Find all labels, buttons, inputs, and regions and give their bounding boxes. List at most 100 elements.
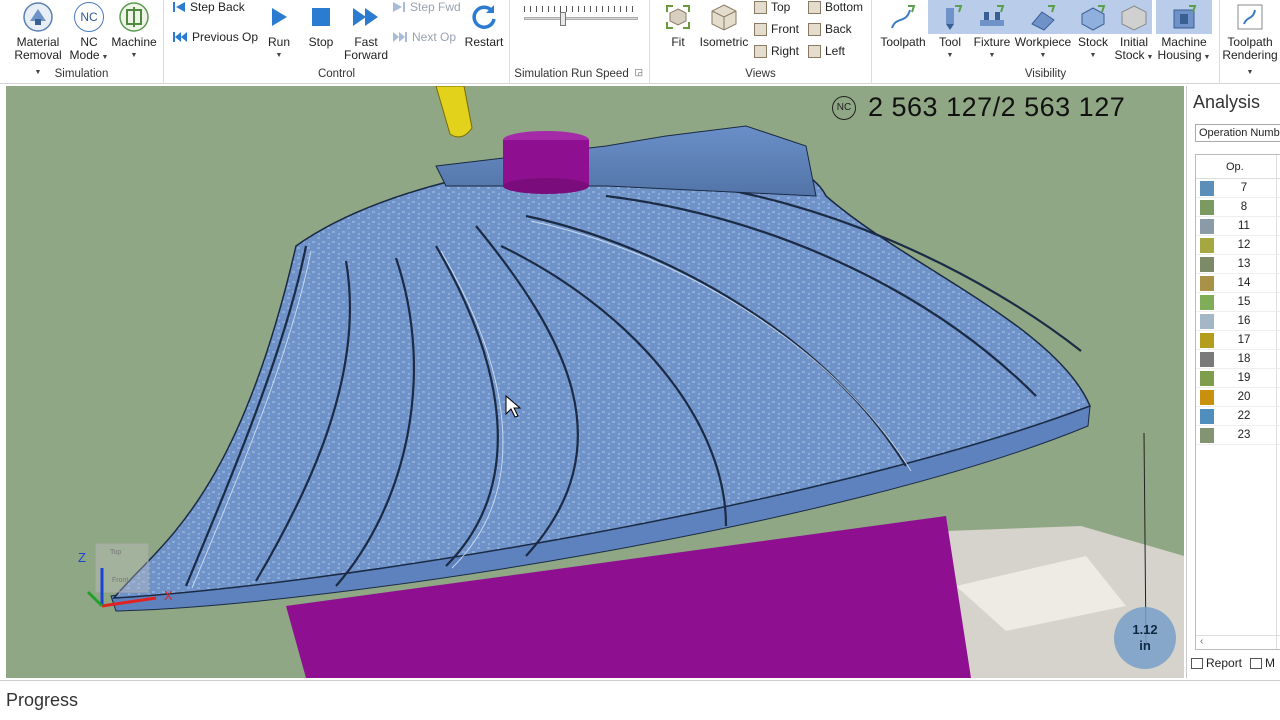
stock-visibility-button[interactable]: Stock ▼ [1072, 0, 1114, 62]
z-axis-label: Z [78, 550, 86, 565]
operation-number: 14 [1237, 277, 1251, 289]
operation-color-swatch [1200, 352, 1214, 367]
toolpath-icon [888, 0, 918, 34]
machine-button[interactable]: Machine ▼ [110, 0, 158, 62]
front-view-button[interactable]: Front [754, 22, 799, 36]
operation-color-swatch [1200, 181, 1214, 196]
speed-group-label: Simulation Run Speed [514, 68, 629, 80]
fixture-visibility-button[interactable]: Fixture ▼ [970, 0, 1014, 62]
scale-indicator: 1.12 in [1114, 607, 1176, 669]
table-row[interactable]: 14 [1196, 274, 1280, 293]
analysis-mode-select[interactable]: Operation Number [1195, 124, 1280, 142]
dialog-launcher-icon[interactable]: ◲ [634, 67, 643, 78]
operation-color-swatch [1200, 428, 1214, 443]
operation-table: Op. 7 8 11 12 13 14 15 16 17 18 19 20 22 23 ‹ [1195, 154, 1280, 650]
chevron-down-icon: ▼ [1089, 52, 1097, 59]
step-back-icon [173, 2, 185, 12]
operation-number: 19 [1237, 372, 1251, 384]
counter-value: 2 563 127/2 563 127 [868, 92, 1126, 122]
table-row[interactable]: 17 [1196, 331, 1280, 350]
table-row[interactable]: 22 [1196, 407, 1280, 426]
cube-front-icon [754, 22, 767, 36]
operation-number: 17 [1237, 334, 1251, 346]
chevron-down-icon: ▼ [130, 52, 138, 59]
next-op-button[interactable]: Next Op [392, 30, 456, 44]
cube-right-icon [754, 44, 767, 58]
right-view-button[interactable]: Right [754, 44, 799, 58]
fast-forward-icon [351, 0, 381, 34]
cube-left-icon [808, 44, 821, 58]
cube-top-icon [754, 0, 767, 14]
chevron-down-icon: ▼ [1201, 54, 1211, 61]
step-back-button[interactable]: Step Back [172, 0, 245, 14]
control-group-label: Control [317, 68, 356, 80]
bottom-view-button[interactable]: Bottom [808, 0, 863, 14]
table-row[interactable]: 7 [1196, 179, 1280, 198]
table-row[interactable]: 8 [1196, 198, 1280, 217]
cube-bottom-icon [808, 0, 821, 14]
top-view-button[interactable]: Top [754, 0, 790, 14]
isometric-button[interactable]: Isometric [700, 0, 748, 49]
initial-stock-visibility-button[interactable]: Initial Stock ▼ [1114, 0, 1154, 64]
views-group: Fit Isometric Top Front Right Bottom Bac… [650, 0, 872, 84]
table-row[interactable]: 18 [1196, 350, 1280, 369]
restart-button[interactable]: Restart [462, 0, 506, 49]
progress-panel: Progress [0, 680, 1280, 720]
workpiece-visibility-button[interactable]: Workpiece ▼ [1014, 0, 1072, 62]
fast-forward-button[interactable]: Fast Forward [342, 0, 390, 62]
operation-number: 13 [1237, 258, 1251, 270]
view-cube[interactable] [95, 543, 149, 593]
table-row[interactable]: 19 [1196, 369, 1280, 388]
run-button[interactable]: Run ▼ [262, 0, 296, 62]
impeller-scene: Z X Top Front [78, 86, 1184, 678]
workpiece-icon [1028, 0, 1058, 34]
speed-ticks [524, 6, 638, 12]
operation-counter: NC 2 563 127/2 563 127 [832, 92, 1125, 123]
cube-back-icon [808, 22, 821, 36]
simulation-group-label: Simulation [54, 68, 109, 80]
chevron-down-icon: ▼ [1246, 69, 1254, 76]
previous-op-icon [173, 32, 187, 42]
fit-button[interactable]: Fit [660, 0, 696, 49]
operation-number: 23 [1237, 429, 1251, 441]
progress-title: Progress [6, 690, 79, 710]
visibility-group: Toolpath Tool ▼ Fixture ▼ Workpiece ▼ St… [872, 0, 1220, 84]
table-row[interactable]: 12 [1196, 236, 1280, 255]
tool-icon [935, 0, 965, 34]
table-row[interactable]: 15 [1196, 293, 1280, 312]
table-row[interactable]: 13 [1196, 255, 1280, 274]
operation-color-swatch [1200, 333, 1214, 348]
toolpath-rendering-button[interactable]: Toolpath Rendering ▼ [1220, 0, 1280, 79]
table-row[interactable]: 23 [1196, 426, 1280, 445]
operation-color-swatch [1200, 257, 1214, 272]
table-row[interactable]: 16 [1196, 312, 1280, 331]
speed-slider[interactable] [524, 4, 638, 30]
step-fwd-icon [393, 2, 405, 12]
back-view-button[interactable]: Back [808, 22, 852, 36]
stop-button[interactable]: Stop [302, 0, 340, 49]
nc-mode-icon: NC [74, 0, 104, 34]
speed-track [524, 17, 638, 20]
machine-housing-visibility-button[interactable]: Machine Housing ▼ [1154, 0, 1214, 64]
nc-mode-button[interactable]: NC NC Mode ▼ [68, 0, 110, 64]
step-fwd-button[interactable]: Step Fwd [392, 0, 461, 14]
tool-visibility-button[interactable]: Tool ▼ [930, 0, 970, 62]
toolpath-visibility-button[interactable]: Toolpath [876, 0, 930, 49]
previous-op-button[interactable]: Previous Op [172, 30, 258, 44]
table-row[interactable]: 20 [1196, 388, 1280, 407]
operation-color-swatch [1200, 371, 1214, 386]
tab-m[interactable]: M [1250, 656, 1275, 670]
top-boss [503, 178, 589, 194]
speed-slider-thumb[interactable] [560, 12, 566, 26]
left-view-button[interactable]: Left [808, 44, 845, 58]
horizontal-scrollbar[interactable]: ‹ [1196, 635, 1280, 649]
simulation-viewport[interactable]: Z X Top Front NC 2 563 127/2 563 127 1.1… [6, 86, 1184, 678]
tab-report[interactable]: Report [1191, 656, 1242, 670]
chevron-down-icon: ▼ [988, 52, 996, 59]
operation-number: 16 [1237, 315, 1251, 327]
operation-number: 12 [1237, 239, 1251, 251]
table-row[interactable]: 11 [1196, 217, 1280, 236]
analysis-panel: Analysis Operation Number Op. 7 8 11 12 13 14… [1186, 86, 1280, 678]
operation-number: 20 [1237, 391, 1251, 403]
operation-number: 8 [1240, 201, 1248, 213]
